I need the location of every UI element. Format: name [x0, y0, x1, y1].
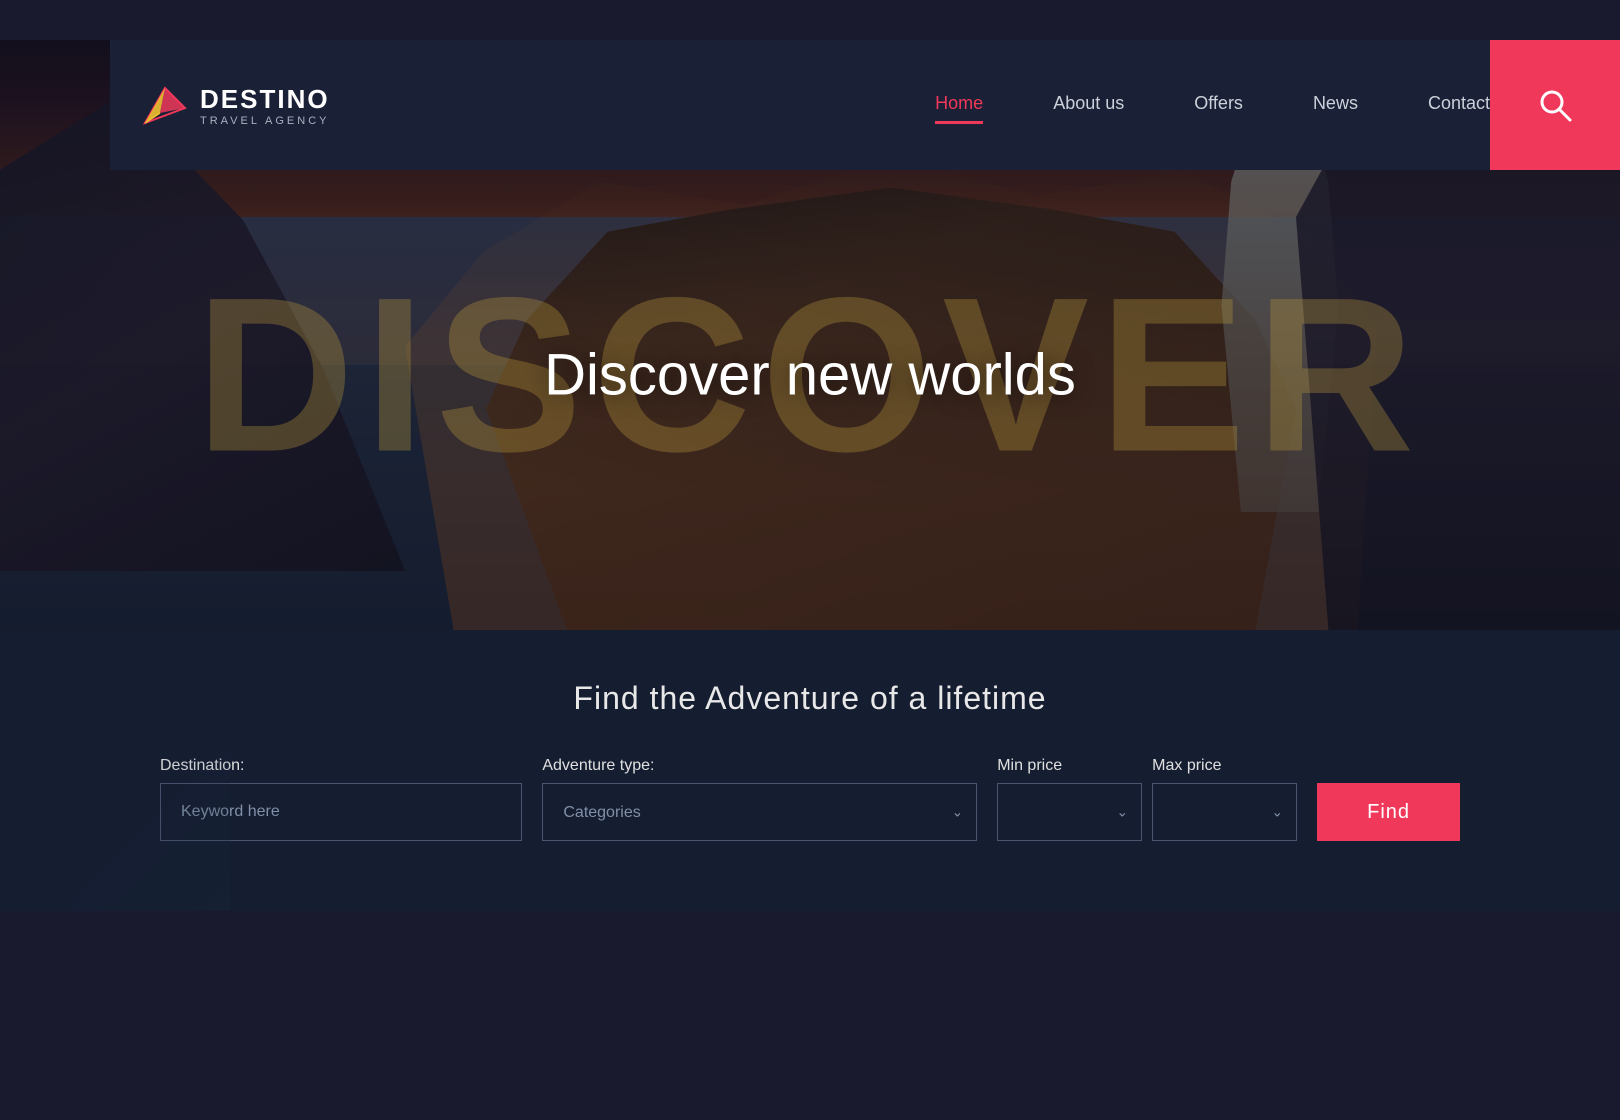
- search-section: Find the Adventure of a lifetime Destina…: [0, 630, 1620, 911]
- max-price-select[interactable]: $1000 $2000 $5000 $10000: [1152, 783, 1297, 841]
- adventure-select[interactable]: Categories Beach Mountain City Adventure: [542, 783, 977, 841]
- plane-icon: [140, 83, 190, 128]
- min-price-select-wrapper: $100 $500 $1000 $2000 ⌄: [997, 783, 1142, 841]
- main-nav: Home About us Offers News Contact: [935, 93, 1490, 118]
- max-price-select-wrapper: $1000 $2000 $5000 $10000 ⌄: [1152, 783, 1297, 841]
- destination-group: Destination:: [160, 757, 522, 841]
- logo[interactable]: DESTINO TRAVEL AGENCY: [140, 83, 340, 128]
- search-form: Destination: Adventure type: Categories …: [160, 757, 1460, 841]
- header: DESTINO TRAVEL AGENCY Home About us Offe…: [110, 40, 1620, 170]
- min-price-select[interactable]: $100 $500 $1000 $2000: [997, 783, 1142, 841]
- find-button[interactable]: Find: [1317, 783, 1460, 841]
- nav-news[interactable]: News: [1313, 93, 1358, 118]
- max-price-label: Max price: [1152, 757, 1297, 775]
- adventure-select-wrapper: Categories Beach Mountain City Adventure…: [542, 783, 977, 841]
- brand-tagline: TRAVEL AGENCY: [200, 115, 330, 127]
- adventure-group: Adventure type: Categories Beach Mountai…: [542, 757, 977, 841]
- destination-input[interactable]: [160, 783, 522, 841]
- min-price-label: Min price: [997, 757, 1142, 775]
- max-price-group: Max price $1000 $2000 $5000 $10000 ⌄: [1152, 757, 1297, 841]
- hero-headline: Discover new worlds: [544, 342, 1076, 409]
- search-button[interactable]: [1490, 40, 1620, 170]
- logo-text: DESTINO TRAVEL AGENCY: [200, 84, 330, 127]
- min-price-group: Min price $100 $500 $1000 $2000 ⌄: [997, 757, 1142, 841]
- hero-content: Discover new worlds: [544, 342, 1076, 409]
- destination-label: Destination:: [160, 757, 522, 775]
- search-icon: [1537, 87, 1573, 123]
- nav-offers[interactable]: Offers: [1194, 93, 1243, 118]
- brand-name: DESTINO: [200, 84, 330, 115]
- nav-home[interactable]: Home: [935, 93, 983, 118]
- nav-contact[interactable]: Contact: [1428, 93, 1490, 118]
- adventure-label: Adventure type:: [542, 757, 977, 775]
- section-title: Find the Adventure of a lifetime: [110, 680, 1510, 717]
- nav-about[interactable]: About us: [1053, 93, 1124, 118]
